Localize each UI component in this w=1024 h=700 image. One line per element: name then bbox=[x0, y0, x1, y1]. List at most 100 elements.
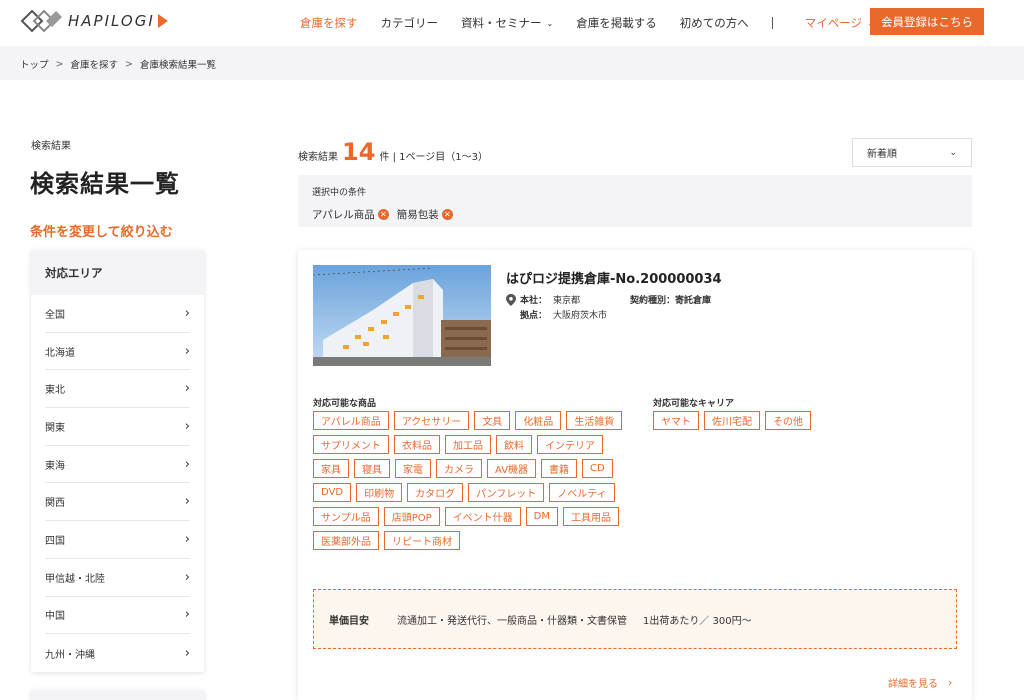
contract-type: 契約種別： 寄託倉庫 bbox=[630, 292, 711, 307]
remove-condition-icon[interactable]: ✕ bbox=[441, 209, 453, 220]
area-item[interactable]: 北海道 › bbox=[45, 333, 190, 371]
product-tag: 化粧品 bbox=[515, 411, 562, 430]
carrier-tags: ヤマト 佐川宅配 その他 bbox=[653, 411, 953, 435]
area-item-label: 四国 bbox=[45, 535, 65, 547]
base-value: 大阪府茨木市 bbox=[553, 311, 608, 321]
carrier-tag: 佐川宅配 bbox=[704, 411, 760, 430]
contract-label: 契約種別： bbox=[630, 296, 676, 306]
product-tags: アパレル商品 アクセサリー 文具 化粧品 生活雑貨 サプリメント 衣料品 加工品 飲料 インテリア… bbox=[313, 411, 633, 555]
nav-category[interactable]: カテゴリー bbox=[381, 15, 439, 31]
area-item-label: 関西 bbox=[45, 498, 65, 510]
nav-first-time[interactable]: 初めての方へ bbox=[680, 15, 749, 31]
sort-select[interactable]: 新着順 ⌄ bbox=[852, 138, 972, 167]
area-item-label: 東海 bbox=[45, 460, 65, 472]
location-pin-icon bbox=[506, 293, 516, 306]
nav-label: マイページ bbox=[804, 16, 862, 30]
page-title: 検索結果一覧 bbox=[30, 170, 180, 198]
product-tag: 飲料 bbox=[496, 435, 532, 454]
price-box: 単価目安 流通加工・発送代行、一般商品・什器類・文書保管 1出荷あたり／ 300… bbox=[313, 589, 957, 649]
product-tag: 家具 bbox=[313, 459, 349, 478]
product-tag: インテリア bbox=[537, 435, 603, 454]
area-item-label: 北海道 bbox=[45, 347, 75, 359]
warehouse-photo[interactable] bbox=[313, 265, 491, 366]
area-filter-panel: 対応エリア 全国 › 北海道 › 東北 › 関東 › 東海 › 関西 › 四国 › 甲信越・北… bbox=[31, 250, 204, 672]
contract-value: 寄託倉庫 bbox=[675, 296, 712, 306]
chevron-right-icon: › bbox=[184, 569, 190, 585]
register-button[interactable]: 会員登録はこちら bbox=[870, 8, 984, 35]
chevron-right-icon: › bbox=[184, 343, 190, 359]
product-tag: アパレル商品 bbox=[313, 411, 389, 430]
result-summary: 検索結果 14 件 | 1ページ目（1〜3） bbox=[298, 138, 488, 166]
nav-find-warehouse[interactable]: 倉庫を探す bbox=[300, 15, 358, 31]
product-tag: 工具用品 bbox=[562, 507, 619, 526]
condition-label: アパレル商品 bbox=[312, 209, 375, 221]
nav-mypage[interactable]: マイページ⌄ bbox=[805, 15, 874, 31]
base-row: 拠点： 大阪府茨木市 bbox=[506, 307, 607, 322]
area-item-label: 東北 bbox=[45, 385, 65, 397]
nav-list-warehouse[interactable]: 倉庫を掲載する bbox=[576, 15, 657, 31]
hq-row: 本社： 東京都 bbox=[506, 292, 607, 307]
products-label: 対応可能な商品 bbox=[313, 399, 377, 409]
site-header: HAPILOGI 倉庫を探す カテゴリー 資料・セミナー ⌄ 倉庫を掲載する 初め… bbox=[0, 0, 1024, 46]
breadcrumb-find[interactable]: 倉庫を探す bbox=[70, 57, 118, 71]
nav-materials-seminar[interactable]: 資料・セミナー ⌄ bbox=[461, 15, 553, 31]
hq-value: 東京都 bbox=[553, 296, 581, 306]
nav-label: 倉庫を掲載する bbox=[576, 16, 657, 30]
chevron-right-icon: › bbox=[184, 305, 190, 321]
main-nav: 倉庫を探す カテゴリー 資料・セミナー ⌄ 倉庫を掲載する 初めての方へ マイペー… bbox=[300, 0, 897, 46]
result-suffix: 件 | 1ページ目（1〜3） bbox=[379, 152, 489, 163]
area-item[interactable]: 東海 › bbox=[45, 446, 190, 484]
chevron-down-icon: ⌄ bbox=[546, 18, 554, 28]
product-tag: 寝具 bbox=[354, 459, 390, 478]
area-item[interactable]: 甲信越・北陸 › bbox=[45, 559, 190, 597]
area-item[interactable]: 関西 › bbox=[45, 483, 190, 522]
product-tag: 衣料品 bbox=[394, 435, 440, 454]
selected-conditions: 選択中の条件 アパレル商品 ✕ 簡易包装 ✕ bbox=[298, 175, 972, 227]
product-tag: カタログ bbox=[407, 483, 464, 502]
nav-label: 倉庫を探す bbox=[300, 16, 358, 30]
warehouse-title[interactable]: はぴロジ提携倉庫-No.200000034 bbox=[506, 268, 722, 287]
product-tag: 印刷物 bbox=[356, 483, 403, 502]
chevron-down-icon: ⌄ bbox=[949, 147, 957, 158]
carrier-tag: その他 bbox=[765, 411, 811, 430]
product-tag: イベント什器 bbox=[444, 507, 521, 526]
area-item-label: 全国 bbox=[45, 309, 65, 321]
product-tag: アクセサリー bbox=[393, 411, 470, 430]
remove-condition-icon[interactable]: ✕ bbox=[377, 209, 389, 220]
condition-label: 簡易包装 bbox=[396, 209, 439, 221]
area-item[interactable]: 九州・沖縄 › bbox=[45, 634, 190, 672]
logo[interactable]: HAPILOGI bbox=[20, 9, 168, 33]
warehouse-card: はぴロジ提携倉庫-No.200000034 本社： 東京都 拠点： 大阪府茨木市… bbox=[298, 250, 972, 700]
chevron-right-icon: › bbox=[184, 607, 190, 623]
area-item[interactable]: 四国 › bbox=[45, 521, 190, 559]
area-item-label: 中国 bbox=[45, 611, 65, 623]
area-item[interactable]: 東北 › bbox=[45, 370, 190, 409]
conditions-label: 選択中の条件 bbox=[312, 188, 367, 198]
chevron-right-icon: › bbox=[184, 418, 190, 434]
product-tag: カメラ bbox=[436, 459, 482, 478]
area-item[interactable]: 中国 › bbox=[45, 597, 190, 635]
logo-text: HAPILOGI bbox=[68, 12, 155, 30]
base-label: 拠点： bbox=[520, 311, 548, 321]
carriers-label: 対応可能なキャリア bbox=[653, 399, 735, 409]
area-item[interactable]: 関東 › bbox=[45, 408, 190, 446]
hq-label: 本社： bbox=[520, 296, 548, 306]
product-tag: サプリメント bbox=[313, 435, 389, 454]
carrier-tag: ヤマト bbox=[653, 411, 699, 430]
breadcrumb-top[interactable]: トップ bbox=[20, 57, 49, 71]
product-tag: 生活雑貨 bbox=[566, 411, 623, 430]
secondary-filter-panel bbox=[31, 690, 204, 700]
chevron-right-icon: › bbox=[948, 676, 953, 689]
product-tag: 家電 bbox=[395, 459, 431, 478]
condition-tag: アパレル商品 ✕ bbox=[312, 207, 389, 222]
sidebar-small-label: 検索結果 bbox=[31, 141, 71, 152]
area-item[interactable]: 全国 › bbox=[45, 295, 190, 333]
product-tag: CD bbox=[582, 459, 613, 478]
sort-value: 新着順 bbox=[867, 149, 897, 160]
logo-mark-icon bbox=[20, 9, 62, 33]
area-list: 全国 › 北海道 › 東北 › 関東 › 東海 › 関西 › 四国 › 甲信越・北陸 › 中国 ›… bbox=[31, 295, 204, 672]
warehouse-info: 本社： 東京都 拠点： 大阪府茨木市 bbox=[506, 292, 607, 322]
chevron-right-icon: › bbox=[184, 494, 190, 510]
nav-label: 初めての方へ bbox=[679, 16, 749, 30]
detail-link[interactable]: 詳細を見る › bbox=[888, 675, 952, 690]
